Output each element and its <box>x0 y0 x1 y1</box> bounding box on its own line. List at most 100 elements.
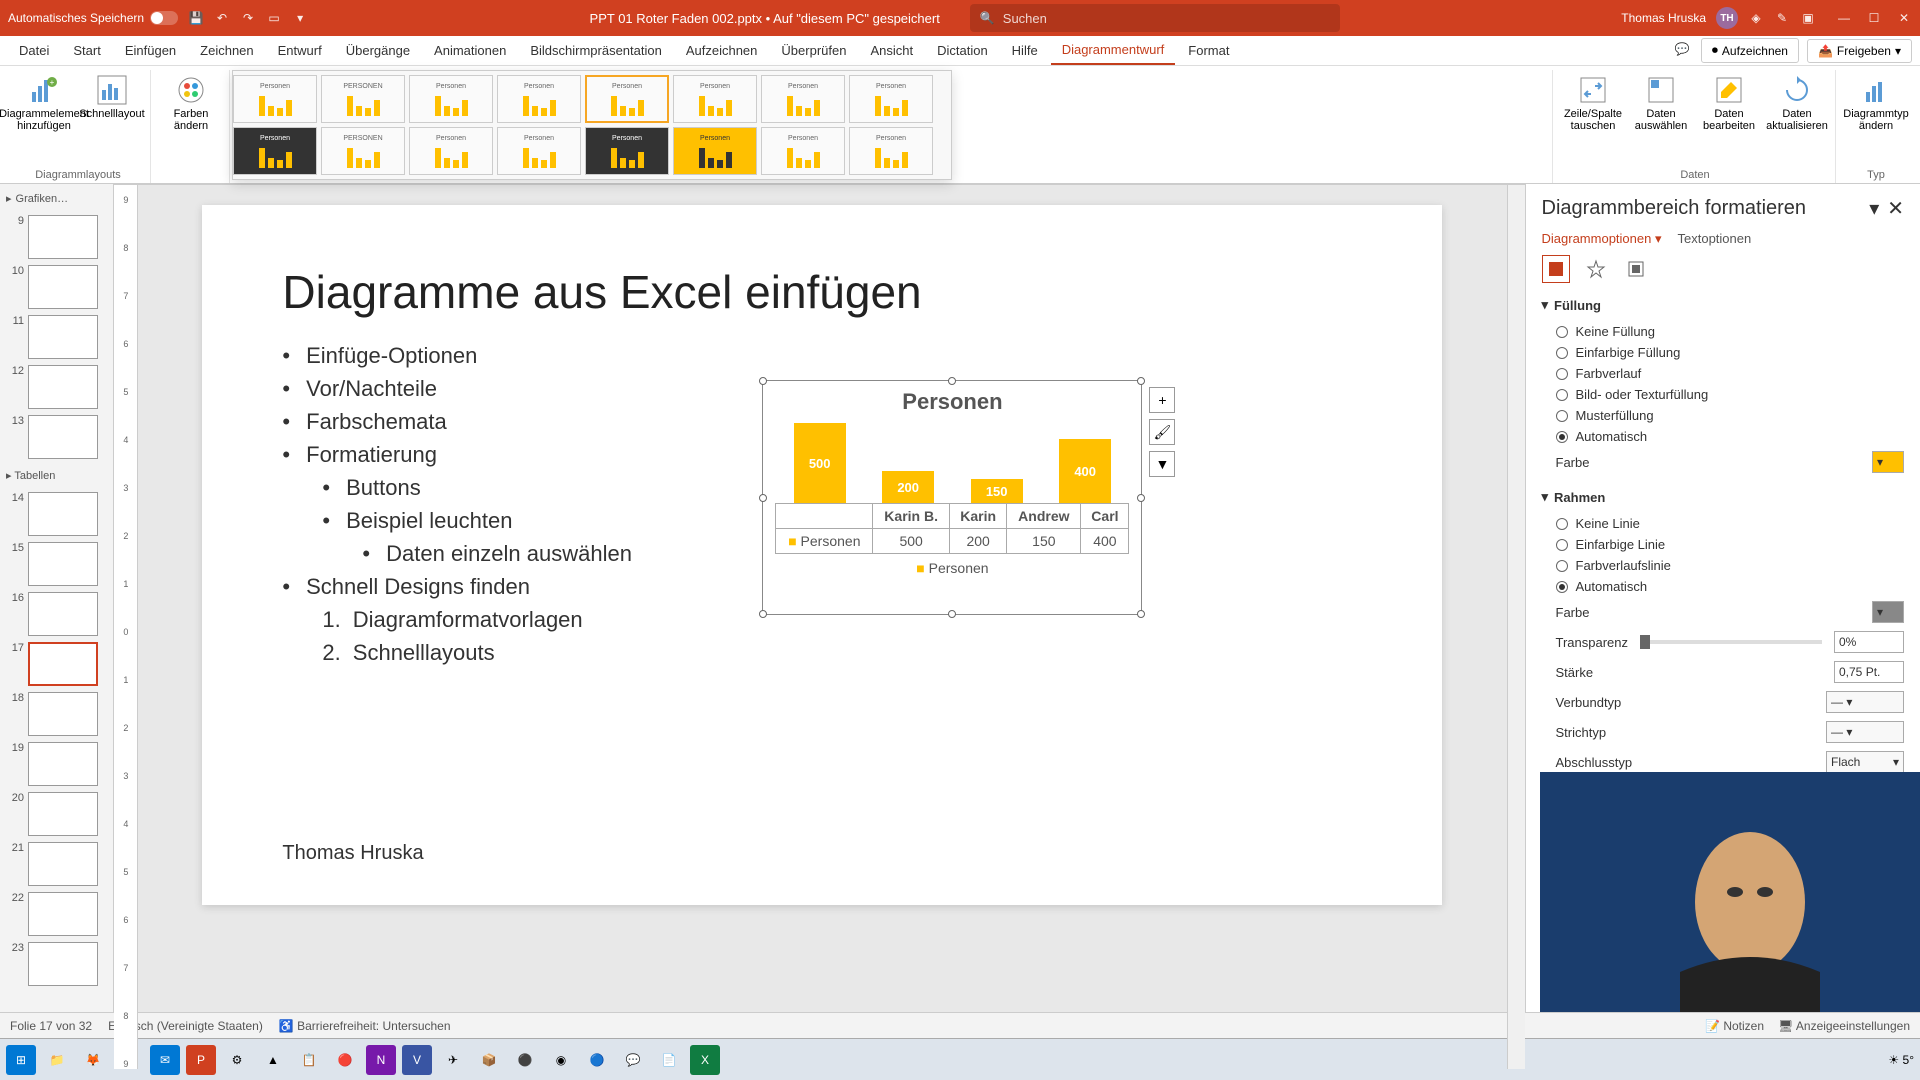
firefox-icon[interactable]: 🦊 <box>78 1045 108 1075</box>
border-color-picker[interactable]: ▾ <box>1872 601 1904 623</box>
slide-thumb-23[interactable]: 23 <box>6 942 107 986</box>
chart-style-5[interactable]: Personen <box>585 75 669 123</box>
chart-elements-button[interactable]: + <box>1149 387 1175 413</box>
slide-thumb-18[interactable]: 18 <box>6 692 107 736</box>
section-fill-toggle[interactable]: ▾ Füllung <box>1542 297 1904 313</box>
chart-title[interactable]: Personen <box>763 381 1141 423</box>
pane-tab-chart[interactable]: Diagrammoptionen ▾ <box>1542 231 1662 247</box>
chart-style-15[interactable]: Personen <box>761 127 845 175</box>
chart-style-4[interactable]: Personen <box>497 75 581 123</box>
section-graphics[interactable]: ▸ Grafiken… <box>6 188 107 209</box>
slide-thumb-21[interactable]: 21 <box>6 842 107 886</box>
quick-layout-button[interactable]: Schnelllayout <box>80 72 144 122</box>
autosave-toggle[interactable]: Automatisches Speichern <box>8 11 178 25</box>
border-option-2[interactable]: Farbverlaufslinie <box>1542 555 1904 576</box>
fill-line-icon[interactable] <box>1542 255 1570 283</box>
notes-toggle[interactable]: 📝 Notizen <box>1705 1019 1764 1033</box>
save-icon[interactable]: 💾 <box>188 10 204 26</box>
chart-bar[interactable]: 200 <box>882 471 934 503</box>
slide-thumb-14[interactable]: 14 <box>6 492 107 536</box>
chart-style-2[interactable]: PERSONEN <box>321 75 405 123</box>
pane-tab-text[interactable]: Textoptionen <box>1678 231 1752 247</box>
switch-row-col-button[interactable]: Zeile/Spalte tauschen <box>1561 72 1625 134</box>
change-chart-type-button[interactable]: Diagrammtyp ändern <box>1844 72 1908 134</box>
vertical-scrollbar[interactable] <box>1507 185 1525 1069</box>
add-chart-element-button[interactable]: + Diagrammelement hinzufügen <box>12 72 76 134</box>
compound-combo[interactable]: — ▾ <box>1826 691 1904 713</box>
file-title[interactable]: PPT 01 Roter Faden 002.pptx • Auf "diese… <box>590 11 940 26</box>
maximize-icon[interactable]: ☐ <box>1866 10 1882 26</box>
start-button[interactable]: ⊞ <box>6 1045 36 1075</box>
username[interactable]: Thomas Hruska <box>1621 11 1706 25</box>
slide-title[interactable]: Diagramme aus Excel einfügen <box>282 265 1362 319</box>
tab-ueberpruefen[interactable]: Überprüfen <box>770 37 857 64</box>
fill-option-2[interactable]: Farbverlauf <box>1542 363 1904 384</box>
chart-style-3[interactable]: Personen <box>409 75 493 123</box>
slide-counter[interactable]: Folie 17 von 32 <box>10 1019 92 1033</box>
tab-einfuegen[interactable]: Einfügen <box>114 37 187 64</box>
tab-diagrammentwurf[interactable]: Diagrammentwurf <box>1051 36 1176 65</box>
slide-thumb-13[interactable]: 13 <box>6 415 107 459</box>
fill-option-3[interactable]: Bild- oder Texturfüllung <box>1542 384 1904 405</box>
chart-bar[interactable]: 150 <box>971 479 1023 503</box>
chart-style-11[interactable]: Personen <box>409 127 493 175</box>
close-icon[interactable]: ✕ <box>1896 10 1912 26</box>
search-input[interactable] <box>1003 11 1330 26</box>
border-option-3[interactable]: Automatisch <box>1542 576 1904 597</box>
tab-dictation[interactable]: Dictation <box>926 37 999 64</box>
cap-combo[interactable]: Flach ▾ <box>1826 751 1904 773</box>
fill-option-4[interactable]: Musterfüllung <box>1542 405 1904 426</box>
chart-style-16[interactable]: Personen <box>849 127 933 175</box>
redo-icon[interactable]: ↷ <box>240 10 256 26</box>
slide-panel[interactable]: ▸ Grafiken… 910111213▸ Tabellen141516171… <box>0 184 114 1012</box>
transparency-value[interactable]: 0% <box>1834 631 1904 653</box>
refresh-data-button[interactable]: Daten aktualisieren <box>1765 72 1829 134</box>
slide-thumb-11[interactable]: 11 <box>6 315 107 359</box>
slide-thumb-12[interactable]: 12 <box>6 365 107 409</box>
fill-color-picker[interactable]: ▾ <box>1872 451 1904 473</box>
tab-entwurf[interactable]: Entwurf <box>267 37 333 64</box>
chart-style-7[interactable]: Personen <box>761 75 845 123</box>
chart-object[interactable]: Personen 500200150400 Karin B.KarinAndre… <box>762 380 1142 615</box>
slide-thumb-16[interactable]: 16 <box>6 592 107 636</box>
select-data-button[interactable]: Daten auswählen <box>1629 72 1693 134</box>
chart-style-10[interactable]: PERSONEN <box>321 127 405 175</box>
present-icon[interactable]: ▭ <box>266 10 282 26</box>
tab-datei[interactable]: Datei <box>8 37 60 64</box>
slide-thumb-9[interactable]: 9 <box>6 215 107 259</box>
undo-icon[interactable]: ↶ <box>214 10 230 26</box>
chart-style-12[interactable]: Personen <box>497 127 581 175</box>
tab-start[interactable]: Start <box>62 37 111 64</box>
chart-style-9[interactable]: Personen <box>233 127 317 175</box>
chart-bar[interactable]: 400 <box>1059 439 1111 503</box>
diamond-icon[interactable]: ◈ <box>1748 10 1764 26</box>
effects-icon[interactable] <box>1582 255 1610 283</box>
border-option-0[interactable]: Keine Linie <box>1542 513 1904 534</box>
chart-filter-button[interactable]: ▼ <box>1149 451 1175 477</box>
share-button[interactable]: 📤 Freigeben ▾ <box>1807 39 1912 63</box>
explorer-icon[interactable]: 📁 <box>42 1045 72 1075</box>
window-icon[interactable]: ▣ <box>1800 10 1816 26</box>
search-box[interactable]: 🔍 <box>970 4 1340 32</box>
chart-style-1[interactable]: Personen <box>233 75 317 123</box>
user-avatar[interactable]: TH <box>1716 7 1738 29</box>
pane-close-icon[interactable]: ✕ <box>1887 196 1904 221</box>
chart-style-8[interactable]: Personen <box>849 75 933 123</box>
section-border-toggle[interactable]: ▾ Rahmen <box>1542 489 1904 505</box>
bullet-item[interactable]: Schnelllayouts <box>282 636 1362 669</box>
edit-data-button[interactable]: Daten bearbeiten <box>1697 72 1761 134</box>
chart-style-13[interactable]: Personen <box>585 127 669 175</box>
slide-footer[interactable]: Thomas Hruska <box>282 842 423 865</box>
slide-thumb-22[interactable]: 22 <box>6 892 107 936</box>
tab-format[interactable]: Format <box>1177 37 1240 64</box>
chart-style-6[interactable]: Personen <box>673 75 757 123</box>
chart-style-14[interactable]: Personen <box>673 127 757 175</box>
record-button[interactable]: ⏺ Aufzeichnen <box>1701 38 1799 63</box>
minimize-icon[interactable]: — <box>1836 10 1852 26</box>
weather-widget[interactable]: ☀ 5° <box>1888 1053 1914 1067</box>
change-colors-button[interactable]: Farben ändern <box>159 72 223 134</box>
chart-styles-button[interactable]: 🖌 <box>1149 419 1175 445</box>
size-props-icon[interactable] <box>1622 255 1650 283</box>
slide-thumb-17[interactable]: 17 <box>6 642 107 686</box>
chart-bar[interactable]: 500 <box>794 423 846 503</box>
